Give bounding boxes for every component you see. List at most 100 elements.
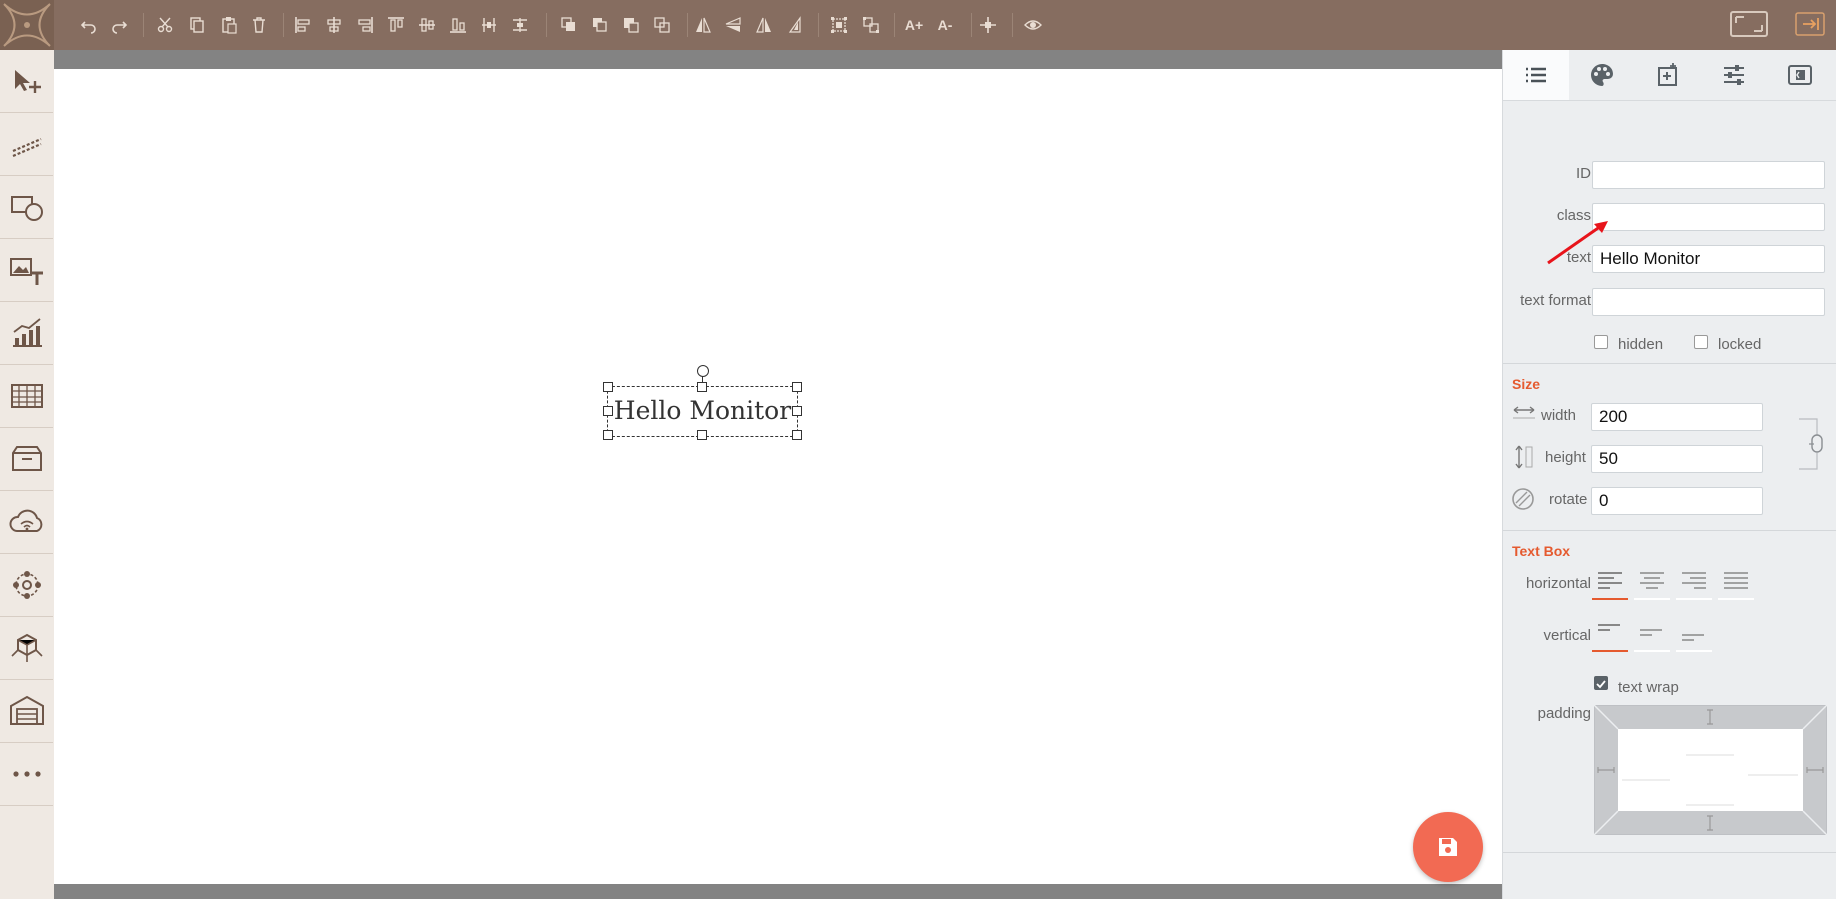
toolbar-divider: [687, 13, 688, 37]
resize-handle-bottom[interactable]: [697, 430, 707, 440]
resize-handle-bottom-left[interactable]: [603, 430, 613, 440]
cut-icon[interactable]: [152, 12, 178, 38]
exit-icon[interactable]: [1794, 10, 1826, 38]
container-tool-icon[interactable]: [0, 428, 53, 491]
padding-editor[interactable]: [1594, 705, 1827, 835]
tab-settings[interactable]: [1701, 50, 1767, 100]
text-format-label: text format: [1520, 292, 1591, 309]
toolbar-divider: [894, 13, 895, 37]
undo-icon[interactable]: [76, 12, 102, 38]
aspect-lock-icon[interactable]: [1797, 417, 1823, 471]
padding-label: padding: [1537, 705, 1591, 722]
align-top-icon[interactable]: [383, 12, 409, 38]
text-wrap-checkbox[interactable]: [1594, 676, 1608, 690]
align-horizontal-justify-button[interactable]: [1718, 570, 1754, 600]
hidden-checkbox[interactable]: [1594, 335, 1608, 349]
fullscreen-icon[interactable]: [1728, 8, 1770, 40]
warehouse-tool-icon[interactable]: [0, 680, 53, 743]
model-3d-tool-icon[interactable]: [0, 617, 53, 680]
text-format-field[interactable]: [1592, 288, 1825, 316]
mirror-reverse-icon[interactable]: [782, 12, 808, 38]
ungroup-icon[interactable]: [858, 12, 884, 38]
delete-icon[interactable]: [246, 12, 272, 38]
app-logo: [0, 0, 54, 50]
group-icon[interactable]: [826, 12, 852, 38]
design-canvas[interactable]: Hello Monitor: [54, 69, 1502, 884]
text-field[interactable]: Hello Monitor: [1592, 245, 1825, 273]
align-left-icon[interactable]: [290, 12, 316, 38]
align-vertical-bottom-button[interactable]: [1676, 622, 1712, 652]
align-horizontal-right-button[interactable]: [1676, 570, 1712, 600]
font-increase-icon[interactable]: A+: [901, 12, 927, 38]
align-center-icon[interactable]: [321, 12, 347, 38]
class-field[interactable]: [1592, 203, 1825, 231]
crosshair-icon[interactable]: [975, 12, 1001, 38]
send-backward-icon[interactable]: [618, 12, 644, 38]
tab-style[interactable]: [1569, 50, 1635, 100]
resize-handle-top-left[interactable]: [603, 382, 613, 392]
rotate-handle[interactable]: [697, 365, 709, 377]
align-right-icon[interactable]: [352, 12, 378, 38]
resize-handle-right[interactable]: [792, 406, 802, 416]
width-icon: [1513, 406, 1535, 419]
align-horizontal-center-button[interactable]: [1634, 570, 1670, 600]
chart-tool-icon[interactable]: [0, 302, 53, 365]
rotate-field[interactable]: 0: [1591, 487, 1763, 515]
id-field[interactable]: [1592, 161, 1825, 189]
align-vertical-middle-button[interactable]: [1634, 622, 1670, 652]
save-button[interactable]: [1413, 812, 1483, 882]
table-tool-icon[interactable]: [0, 365, 53, 428]
toolbar-divider: [546, 13, 547, 37]
section-divider: [1503, 363, 1836, 364]
line-tool-icon[interactable]: [0, 113, 53, 176]
mirror-icon[interactable]: [751, 12, 777, 38]
distribute-vertical-icon[interactable]: [507, 12, 533, 38]
pointer-tool-icon[interactable]: [0, 50, 53, 113]
floppy-disk-icon: [1439, 838, 1457, 856]
align-vertical-top-button[interactable]: [1592, 622, 1628, 652]
copy-icon[interactable]: [184, 12, 210, 38]
align-middle-icon[interactable]: [414, 12, 440, 38]
shapes-tool-icon[interactable]: [0, 176, 53, 239]
panel-tabs: [1503, 50, 1836, 101]
tab-panel[interactable]: [1767, 50, 1833, 100]
toolbar-divider: [283, 13, 284, 37]
toolbar-divider: [971, 13, 972, 37]
locked-checkbox[interactable]: [1694, 335, 1708, 349]
align-horizontal-left-button[interactable]: [1592, 570, 1628, 600]
flip-vertical-icon[interactable]: [720, 12, 746, 38]
sliders-icon: [1724, 65, 1744, 85]
toolbar-divider: [1012, 13, 1013, 37]
send-to-back-icon[interactable]: [649, 12, 675, 38]
canvas-text-element[interactable]: Hello Monitor: [607, 388, 798, 433]
resize-handle-top[interactable]: [697, 382, 707, 392]
paste-icon[interactable]: [216, 12, 242, 38]
textbox-section-title: Text Box: [1512, 543, 1571, 559]
tab-insert[interactable]: [1635, 50, 1701, 100]
more-tools-icon[interactable]: [0, 743, 53, 806]
bring-to-front-icon[interactable]: [556, 12, 582, 38]
list-icon: [1526, 67, 1546, 83]
height-label: height: [1545, 449, 1586, 466]
network-tool-icon[interactable]: [0, 554, 53, 617]
height-field[interactable]: 50: [1591, 445, 1763, 473]
resize-handle-bottom-right[interactable]: [792, 430, 802, 440]
add-image-icon: [1658, 63, 1677, 86]
distribute-horizontal-icon[interactable]: [476, 12, 502, 38]
width-field[interactable]: 200: [1591, 403, 1763, 431]
resize-handle-left[interactable]: [603, 406, 613, 416]
editor-area: Hello Monitor: [54, 50, 1502, 899]
cloud-wifi-tool-icon[interactable]: [0, 491, 53, 554]
preview-icon[interactable]: [1020, 12, 1046, 38]
font-decrease-icon[interactable]: A-: [932, 12, 958, 38]
text-wrap-label: text wrap: [1618, 679, 1679, 696]
align-bottom-icon[interactable]: [445, 12, 471, 38]
flip-horizontal-icon[interactable]: [690, 12, 716, 38]
id-label: ID: [1576, 165, 1591, 182]
resize-handle-top-right[interactable]: [792, 382, 802, 392]
image-text-tool-icon[interactable]: [0, 239, 53, 302]
section-divider: [1503, 852, 1836, 853]
bring-forward-icon[interactable]: [587, 12, 613, 38]
tab-properties-list[interactable]: [1503, 50, 1569, 100]
redo-icon[interactable]: [106, 12, 132, 38]
